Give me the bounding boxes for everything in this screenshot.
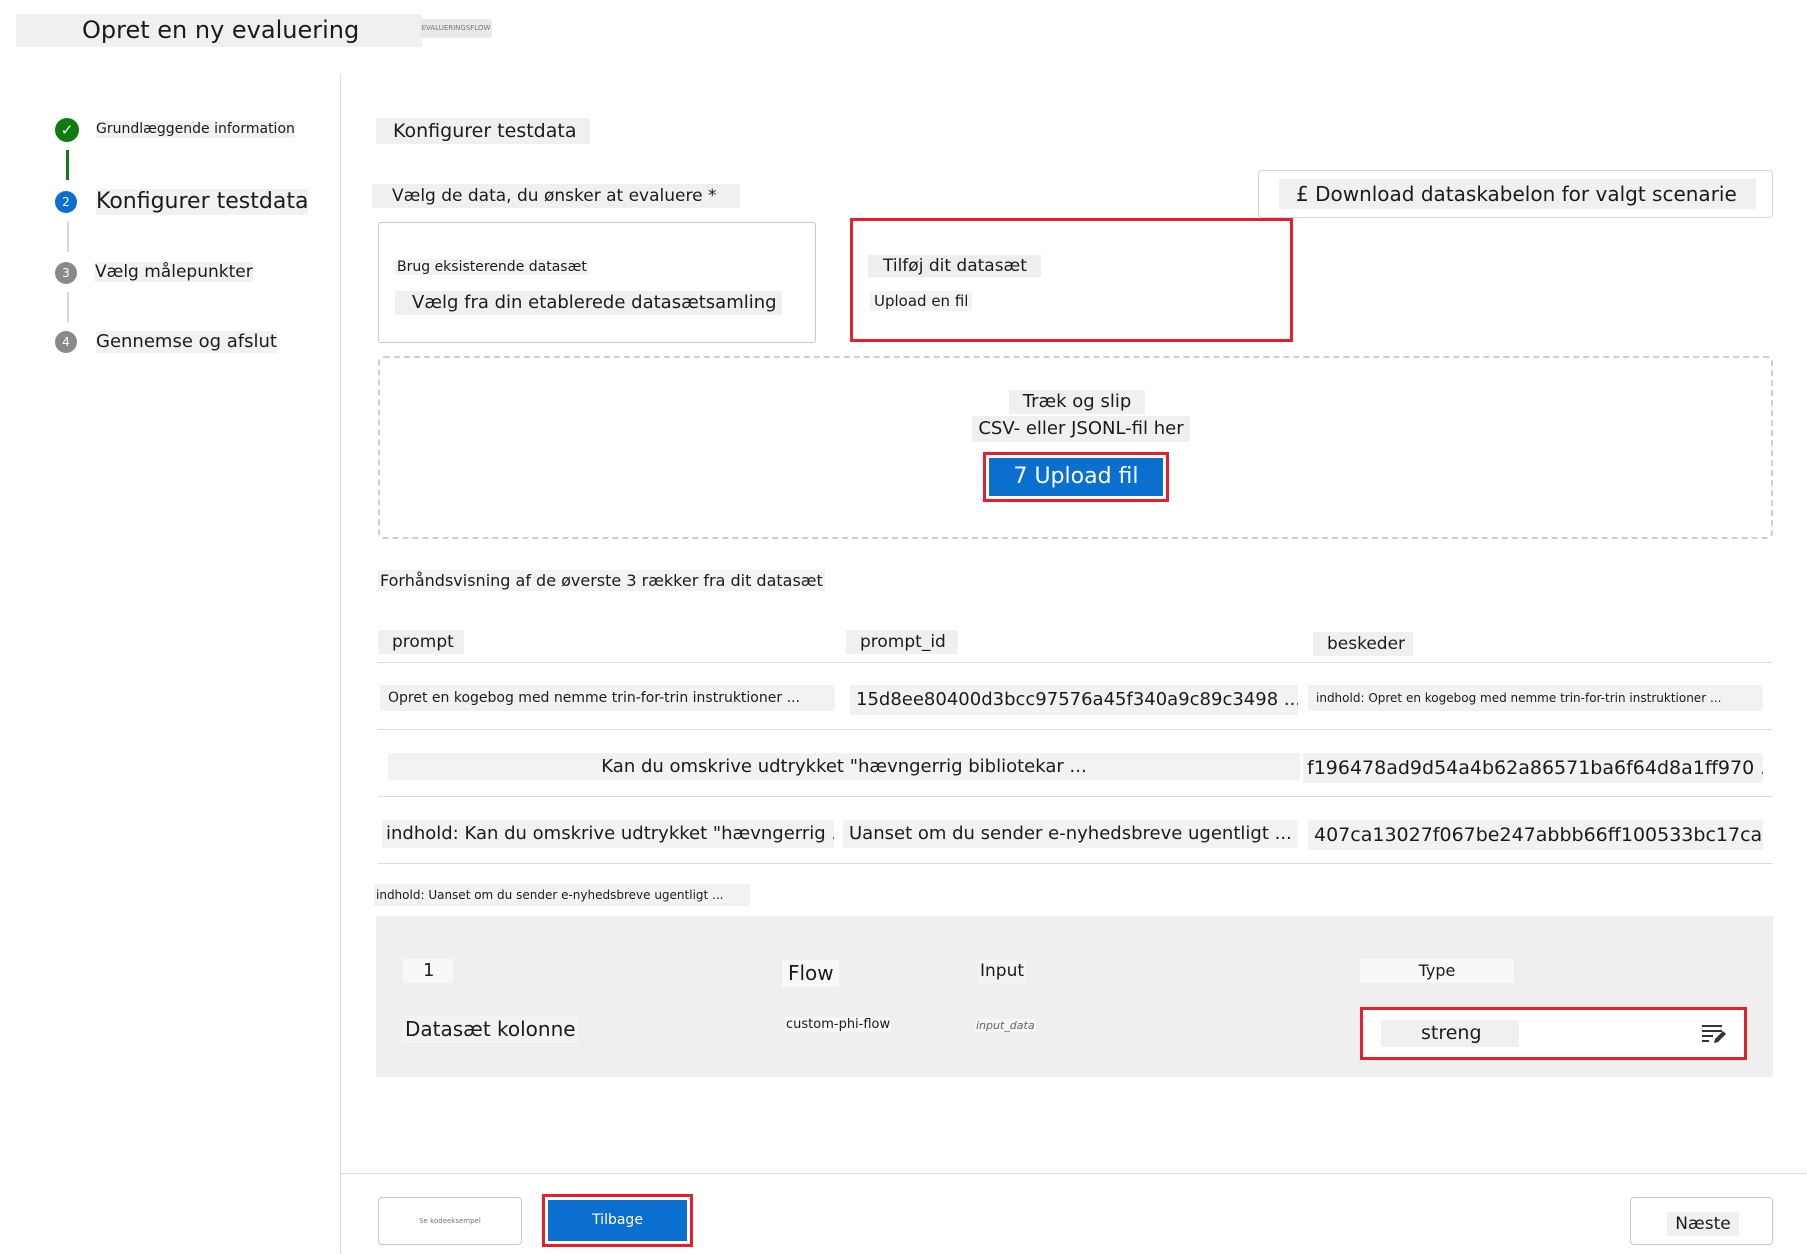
- table-cell: Kan du omskrive udtrykket "hævngerrig bi…: [388, 753, 1300, 780]
- step-number-3: 3: [55, 262, 77, 284]
- back-button-label: Tilbage: [548, 1200, 687, 1241]
- existing-dataset-card[interactable]: Brug eksisterende datasæt Vælg fra din e…: [378, 222, 816, 343]
- table-cell: indhold: Kan du omskrive udtrykket "hævn…: [382, 820, 834, 848]
- table-cell: 407ca13027f067be247abbb66ff100533bc17ca …: [1308, 820, 1763, 850]
- dropzone-text-line2: CSV- eller JSONL-fil her: [972, 416, 1190, 442]
- sidebar-divider: [340, 74, 341, 1254]
- check-icon: ✓: [55, 118, 79, 142]
- mapping-flow-value: custom-phi-flow: [785, 1017, 892, 1032]
- mapping-header-input: Input: [978, 959, 1027, 983]
- page-title: Opret en ny evaluering: [16, 14, 422, 47]
- next-button-label: Næste: [1667, 1212, 1739, 1236]
- download-template-label: £ Download dataskabelon for valgt scenar…: [1279, 179, 1756, 209]
- table-cell: Uanset om du sender e-nyhedsbreve ugentl…: [843, 820, 1297, 848]
- existing-dataset-title: Brug eksisterende datasæt: [395, 259, 589, 275]
- preview-title: Forhåndsvisning af de øverste 3 rækker f…: [378, 570, 825, 591]
- column-header-prompt-id: prompt_id: [846, 630, 958, 654]
- table-cell: 15d8ee80400d3bcc97576a45f340a9c89c3498 .…: [850, 685, 1298, 715]
- data-choice-label: Vælg de data, du ønsker at evaluere *: [372, 184, 740, 208]
- column-header-beskeder: beskeder: [1313, 632, 1413, 656]
- existing-dataset-subtitle: Vælg fra din etablerede datasætsamling: [395, 291, 782, 315]
- add-dataset-title: Tilføj dit datasæt: [868, 255, 1041, 277]
- table-cell: f196478ad9d54a4b62a86571ba6f64d8a1ff970 …: [1303, 753, 1763, 783]
- mapping-row-label: Datasæt kolonne: [403, 1015, 578, 1043]
- row-divider: [378, 662, 1773, 663]
- footer-divider: [340, 1173, 1807, 1174]
- next-button[interactable]: Næste: [1630, 1197, 1773, 1245]
- edit-list-icon[interactable]: [1700, 1022, 1726, 1046]
- step-connector: [66, 150, 69, 180]
- step-connector: [67, 222, 69, 252]
- type-select-value: streng: [1381, 1020, 1519, 1047]
- download-template-button[interactable]: £ Download dataskabelon for valgt scenar…: [1258, 170, 1773, 218]
- back-button[interactable]: Tilbage: [542, 1194, 693, 1247]
- step-number-2: 2: [55, 191, 77, 213]
- step-number-4: 4: [55, 331, 77, 353]
- row-divider: [378, 863, 1773, 864]
- mapping-input-value: input_data: [975, 1019, 1036, 1032]
- mapping-header-type: Type: [1360, 959, 1514, 983]
- section-title: Konfigurer testdata: [376, 118, 590, 144]
- upload-file-button[interactable]: 7 Upload fil: [983, 452, 1169, 502]
- step-label-configure-testdata[interactable]: Konfigurer testdata: [96, 189, 309, 216]
- upload-file-label: 7 Upload fil: [989, 458, 1163, 496]
- column-mapping-panel: 1 Flow Input Type Datasæt kolonne custom…: [376, 916, 1773, 1077]
- view-code-button[interactable]: Se kodeeksempel: [378, 1197, 522, 1245]
- table-cell: Opret en kogebog med nemme trin-for-trin…: [380, 685, 835, 711]
- type-select[interactable]: streng: [1360, 1007, 1747, 1060]
- row-divider: [378, 796, 1773, 797]
- mapping-header-number: 1: [403, 959, 453, 983]
- file-dropzone[interactable]: Træk og slip CSV- eller JSONL-fil her 7 …: [378, 356, 1773, 539]
- column-header-prompt: prompt: [378, 630, 464, 654]
- mapping-header-flow: Flow: [782, 960, 839, 987]
- step-label-metrics[interactable]: Vælg målepunkter: [95, 262, 253, 283]
- step-label-basic-info[interactable]: Grundlæggende information: [96, 121, 295, 138]
- dropzone-text-line1: Træk og slip: [1009, 390, 1145, 414]
- header-tag: EVALUERINGSFLOW: [420, 19, 492, 38]
- add-dataset-card[interactable]: Tilføj dit datasæt Upload en fil: [850, 218, 1293, 342]
- step-connector: [67, 292, 69, 322]
- table-cell-overflow: indhold: Uanset om du sender e-nyhedsbre…: [374, 884, 750, 906]
- table-cell: indhold: Opret en kogebog med nemme trin…: [1308, 685, 1763, 711]
- step-label-review[interactable]: Gennemse og afslut: [96, 331, 277, 353]
- add-dataset-subtitle: Upload en fil: [870, 291, 973, 311]
- row-divider: [378, 729, 1773, 730]
